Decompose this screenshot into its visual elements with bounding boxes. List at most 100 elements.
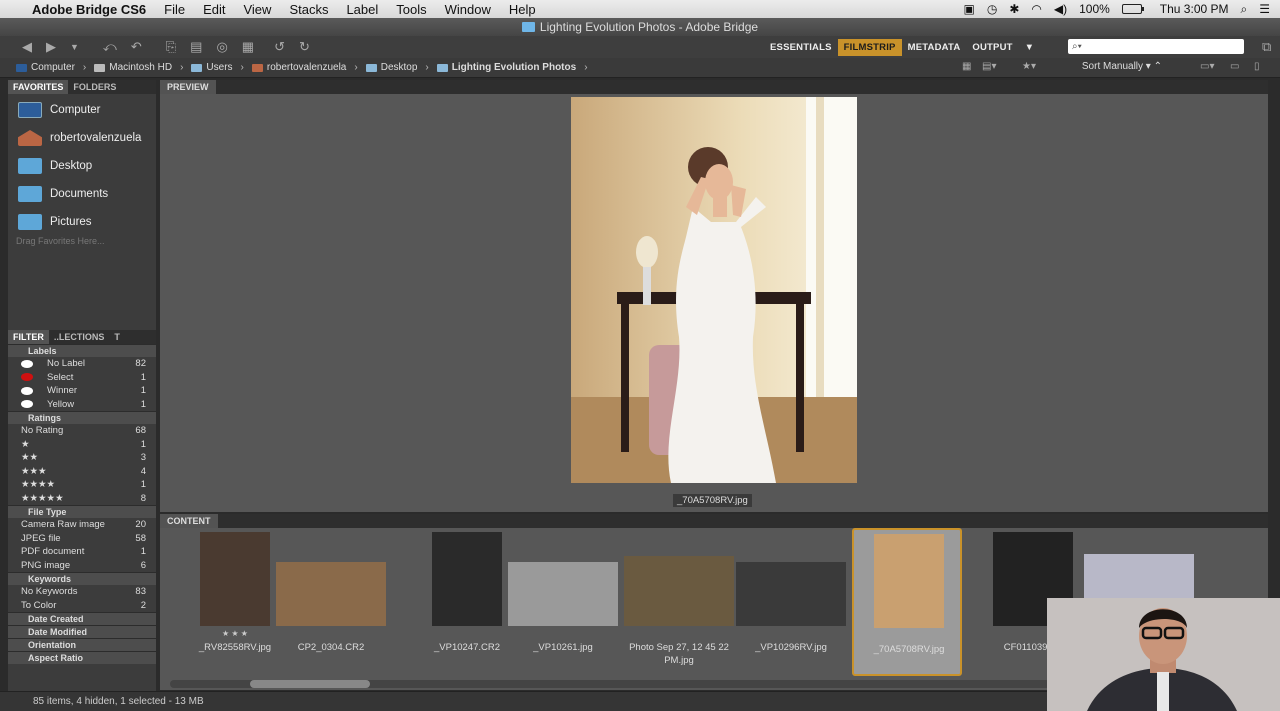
filter-row[interactable]: ★★★ 4 <box>8 465 156 479</box>
filter-section-file-type[interactable]: File Type <box>8 505 156 518</box>
workspace-output[interactable]: OUTPUT <box>966 39 1018 56</box>
get-photos-icon[interactable]: ⎘ <box>166 39 176 55</box>
favorite-pictures[interactable]: Pictures <box>8 208 156 236</box>
favorite-desktop[interactable]: Desktop <box>8 152 156 180</box>
tab-filter[interactable]: FILTER <box>8 330 49 344</box>
boomerang-icon[interactable]: ⤺ <box>103 39 117 55</box>
filmstrip-thumbnail[interactable]: ★ ★ ★ _RV82558RV.jpg <box>180 528 290 676</box>
filter-row[interactable]: ★ 1 <box>8 438 156 452</box>
filter-row[interactable]: ★★★★ 1 <box>8 478 156 492</box>
filmstrip-thumbnail[interactable]: _VP10247.CR2 <box>412 528 522 676</box>
tab-content[interactable]: CONTENT <box>160 514 218 528</box>
scrollbar-thumb[interactable] <box>250 680 370 688</box>
open-in-camera-raw-icon[interactable]: ◎ <box>216 39 227 55</box>
preview-panel: PREVIEW _70A5708RV.jpg <box>160 80 1268 512</box>
workspace-metadata[interactable]: METADATA <box>902 39 967 56</box>
view-list-icon[interactable]: ▤▾ <box>982 61 996 72</box>
rating-filter-star-icon[interactable]: ★▾ <box>1022 61 1036 72</box>
filter-row[interactable]: JPEG file 58 <box>8 532 156 546</box>
menu-edit[interactable]: Edit <box>203 2 225 17</box>
notification-center-icon[interactable]: ☰ <box>1259 2 1270 16</box>
filter-section-orientation[interactable]: Orientation <box>8 638 156 651</box>
chevron-down-icon[interactable]: ▼ <box>70 42 79 52</box>
filter-row[interactable]: PDF document 1 <box>8 545 156 559</box>
bluetooth-icon[interactable]: ✱ <box>1009 2 1019 16</box>
filter-row-count: 6 <box>140 559 146 571</box>
breadcrumb-computer[interactable]: Computer › <box>16 62 86 73</box>
time-machine-icon[interactable]: ◷ <box>987 2 997 16</box>
menu-view[interactable]: View <box>243 2 271 17</box>
filter-section-date-modified[interactable]: Date Modified <box>8 625 156 638</box>
battery-icon[interactable] <box>1121 4 1144 14</box>
tab-favorites[interactable]: FAVORITES <box>8 80 69 94</box>
filter-section-date-created[interactable]: Date Created <box>8 612 156 625</box>
menu-label[interactable]: Label <box>346 2 378 17</box>
menu-help[interactable]: Help <box>509 2 536 17</box>
breadcrumb-macintosh-hd[interactable]: Macintosh HD › <box>94 62 183 73</box>
filter-row[interactable]: No Rating 68 <box>8 424 156 438</box>
tab-folders[interactable]: FOLDERS <box>68 80 121 94</box>
open-recent-folder-icon[interactable]: ▭▾ <box>1200 61 1214 72</box>
favorite-computer[interactable]: Computer <box>8 96 156 124</box>
menu-file[interactable]: File <box>164 2 185 17</box>
app-menu[interactable]: Adobe Bridge CS6 <box>32 2 146 17</box>
volume-icon[interactable]: ◀) <box>1054 2 1067 16</box>
menu-stacks[interactable]: Stacks <box>289 2 328 17</box>
filmstrip-thumbnail[interactable]: Photo Sep 27, 12 45 22 PM.jpg <box>624 528 734 676</box>
delete-icon[interactable]: ▯ <box>1254 61 1260 72</box>
tab-preview[interactable]: PREVIEW <box>160 80 216 94</box>
sort-dropdown[interactable]: Sort Manually ▾ ⌃ <box>1082 61 1162 72</box>
menu-tools[interactable]: Tools <box>396 2 426 17</box>
rotate-left-icon[interactable]: ↺ <box>274 39 285 55</box>
filter-section-labels[interactable]: Labels <box>8 344 156 357</box>
filter-row[interactable]: Winner 1 <box>8 384 156 398</box>
filter-row[interactable]: Select 1 <box>8 371 156 385</box>
filmstrip-thumbnail[interactable]: _VP10296RV.jpg <box>736 528 846 676</box>
camera-status-icon[interactable]: ▣ <box>963 2 974 16</box>
thumbnail-filename: Photo Sep 27, 12 45 22 PM.jpg <box>629 642 729 666</box>
filter-row[interactable]: ★★★★★ 8 <box>8 492 156 506</box>
horizontal-scrollbar[interactable] <box>170 680 1050 688</box>
filter-row[interactable]: ★★ 3 <box>8 451 156 465</box>
breadcrumb-users[interactable]: Users › <box>191 62 244 73</box>
filter-row[interactable]: Yellow 1 <box>8 398 156 412</box>
menu-window[interactable]: Window <box>445 2 491 17</box>
preview-image[interactable] <box>571 97 857 483</box>
workspace-essentials[interactable]: ESSENTIALS <box>764 39 838 56</box>
breadcrumb-user[interactable]: robertovalenzuela › <box>251 62 358 73</box>
filter-row[interactable]: Camera Raw image 20 <box>8 518 156 532</box>
filter-row-label: No Keywords <box>21 586 78 598</box>
compact-mode-icon[interactable]: ⧉ <box>1262 39 1271 55</box>
new-folder-icon[interactable]: ▭ <box>1230 61 1239 72</box>
filter-row[interactable]: No Keywords 83 <box>8 585 156 599</box>
breadcrumb-desktop[interactable]: Desktop › <box>365 62 429 73</box>
output-icon[interactable]: ▦ <box>242 39 254 55</box>
tab-export[interactable]: T <box>109 330 125 344</box>
filter-row[interactable]: PNG image 6 <box>8 559 156 573</box>
breadcrumb-current-folder[interactable]: Lighting Evolution Photos › <box>436 62 588 73</box>
filter-row-label: No Label <box>47 358 86 370</box>
back-arrow-icon[interactable]: ◀ <box>22 39 32 55</box>
search-input[interactable]: ⌕▾ <box>1068 39 1244 54</box>
workspace-menu-chevron-down-icon[interactable]: ▼ <box>1019 39 1041 56</box>
wifi-icon[interactable]: ◠ <box>1031 2 1041 16</box>
workspace-filmstrip[interactable]: FILMSTRIP <box>837 38 902 56</box>
filter-section-aspect-ratio[interactable]: Aspect Ratio <box>8 651 156 664</box>
refine-icon[interactable]: ▤ <box>190 39 202 55</box>
clock[interactable]: Thu 3:00 PM <box>1160 2 1229 16</box>
view-grid-icon[interactable]: ▦ <box>962 61 971 72</box>
filter-section-ratings[interactable]: Ratings <box>8 411 156 424</box>
filmstrip-thumbnail[interactable]: _VP10261.jpg <box>508 528 618 676</box>
reveal-recent-icon[interactable]: ↶ <box>131 39 142 55</box>
filmstrip-thumbnail[interactable]: _70A5708RV.jpg <box>852 528 962 676</box>
forward-arrow-icon[interactable]: ▶ <box>46 39 56 55</box>
filter-row[interactable]: To Color 2 <box>8 599 156 613</box>
favorite-documents[interactable]: Documents <box>8 180 156 208</box>
filmstrip-thumbnail[interactable]: CP2_0304.CR2 <box>276 528 386 676</box>
favorite-home[interactable]: robertovalenzuela <box>8 124 156 152</box>
tab-collections[interactable]: ..LECTIONS <box>49 330 110 344</box>
filter-section-keywords[interactable]: Keywords <box>8 572 156 585</box>
spotlight-search-icon[interactable]: ⌕ <box>1241 2 1248 17</box>
filter-row[interactable]: No Label 82 <box>8 357 156 371</box>
rotate-right-icon[interactable]: ↻ <box>299 39 310 55</box>
